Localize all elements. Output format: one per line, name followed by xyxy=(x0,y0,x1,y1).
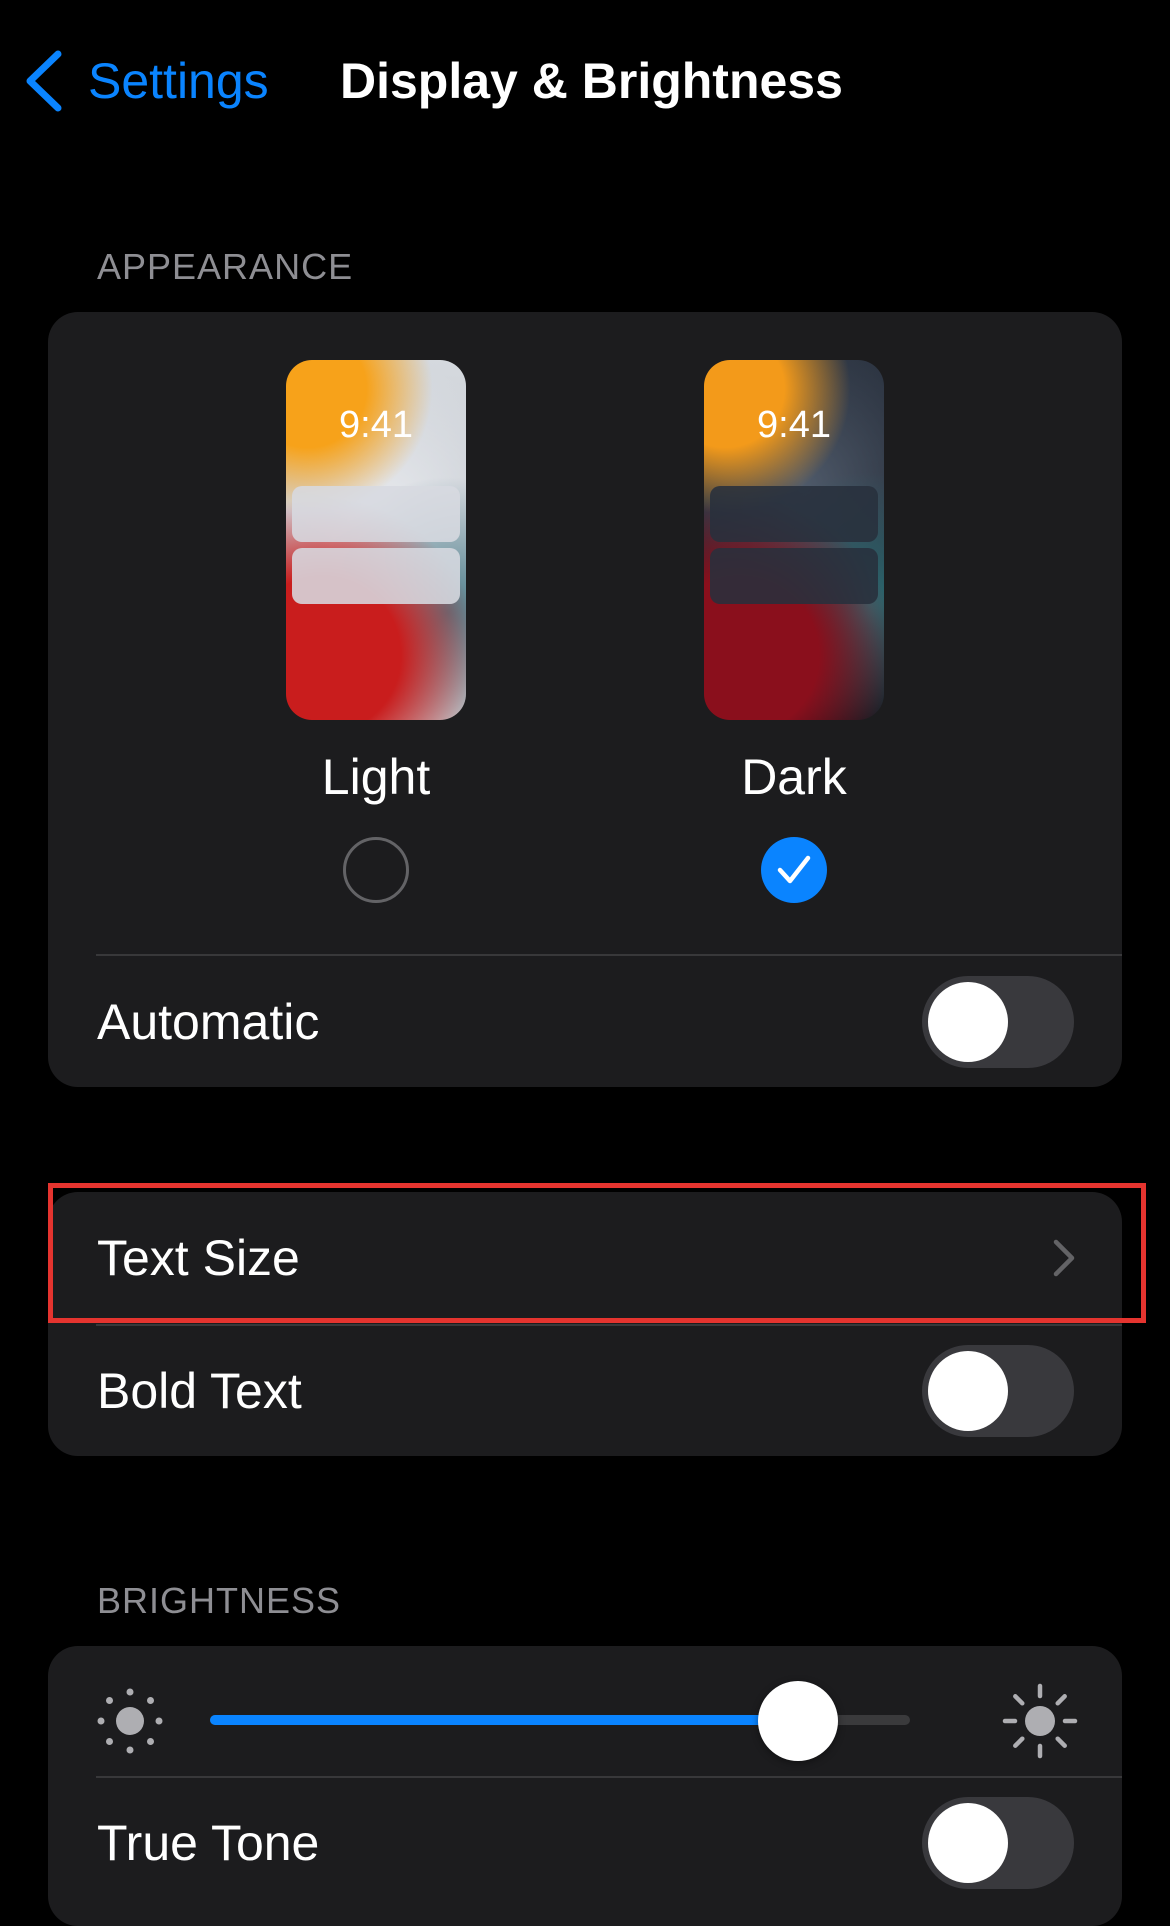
bold-text-toggle[interactable] xyxy=(922,1345,1074,1437)
bold-text-label: Bold Text xyxy=(97,1363,302,1419)
dark-preview-notification xyxy=(710,548,878,604)
back-button[interactable]: Settings xyxy=(24,46,269,116)
appearance-section-header: APPEARANCE xyxy=(97,246,354,287)
dark-preview-notification xyxy=(710,486,878,542)
true-tone-toggle[interactable] xyxy=(922,1797,1074,1889)
toggle-knob xyxy=(928,1351,1008,1431)
back-button-label: Settings xyxy=(88,53,269,109)
chevron-left-icon xyxy=(26,50,62,112)
sun-min-icon xyxy=(97,1688,163,1754)
automatic-row: Automatic xyxy=(48,956,1122,1087)
true-tone-row: True Tone xyxy=(48,1778,1122,1908)
true-tone-label: True Tone xyxy=(97,1815,320,1871)
text-group: Text Size Bold Text xyxy=(48,1192,1122,1456)
light-mode-radio[interactable] xyxy=(343,837,409,903)
page-title: Display & Brightness xyxy=(340,53,843,109)
brightness-section-header: BRIGHTNESS xyxy=(97,1580,342,1621)
sun-max-icon xyxy=(1002,1683,1078,1759)
navigation-bar: Settings Display & Brightness xyxy=(0,0,1170,160)
light-mode-preview[interactable]: 9:41 xyxy=(286,360,466,720)
toggle-knob xyxy=(928,1803,1008,1883)
brightness-slider-fill xyxy=(210,1715,798,1725)
light-preview-notification xyxy=(292,548,460,604)
light-preview-notification xyxy=(292,486,460,542)
dark-mode-radio[interactable] xyxy=(761,837,827,903)
light-preview-time: 9:41 xyxy=(339,404,413,446)
checkmark-icon xyxy=(777,855,811,884)
dark-preview-time: 9:41 xyxy=(757,404,831,446)
dark-mode-preview[interactable]: 9:41 xyxy=(704,360,884,720)
bold-text-row: Bold Text xyxy=(48,1326,1122,1456)
toggle-knob xyxy=(928,981,1008,1062)
text-size-row[interactable]: Text Size xyxy=(48,1192,1122,1324)
brightness-slider-row xyxy=(48,1646,1122,1776)
light-mode-label: Light xyxy=(321,749,431,805)
chevron-right-icon xyxy=(1053,1239,1075,1277)
appearance-group: 9:41 Light 9:41 Dark Automatic xyxy=(48,312,1122,1087)
brightness-slider-thumb[interactable] xyxy=(758,1681,838,1761)
automatic-toggle[interactable] xyxy=(922,975,1074,1068)
text-size-label: Text Size xyxy=(97,1230,300,1286)
dark-mode-label: Dark xyxy=(741,749,847,805)
brightness-group: True Tone xyxy=(48,1646,1122,1926)
automatic-label: Automatic xyxy=(97,993,320,1050)
